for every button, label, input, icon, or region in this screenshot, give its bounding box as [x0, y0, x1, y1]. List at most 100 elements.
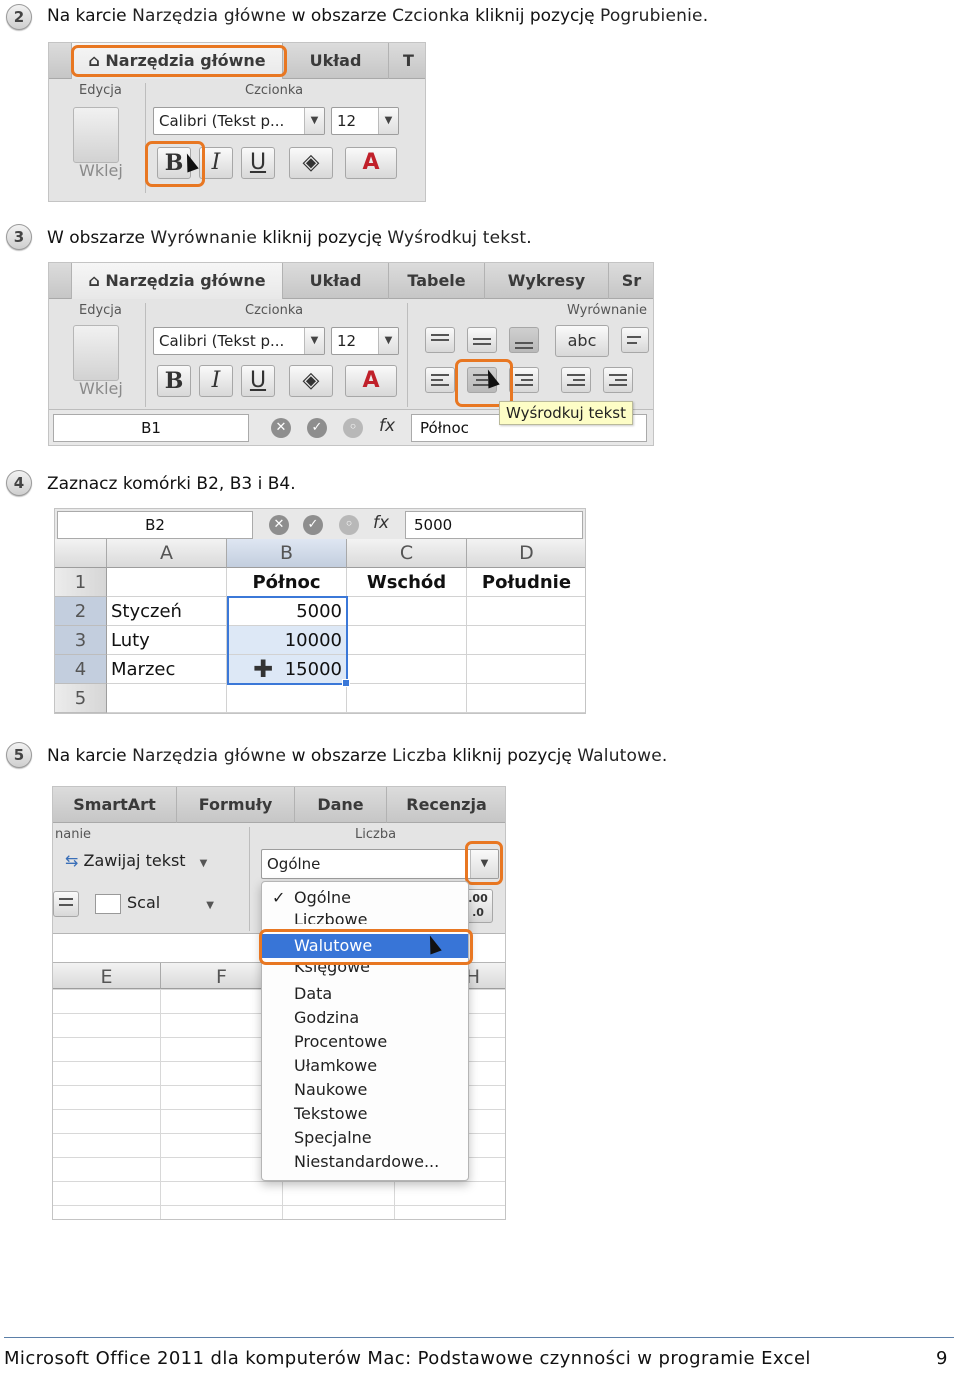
increase-decimal: .00	[468, 892, 488, 905]
align-icon[interactable]	[53, 891, 79, 917]
function-wizard-icon[interactable]: ◦	[343, 418, 363, 438]
menu-item[interactable]: Naukowe	[262, 1078, 468, 1102]
font-color-button[interactable]: A	[345, 147, 397, 179]
chevron-down-icon[interactable]: ▼	[378, 328, 398, 354]
chevron-down-icon[interactable]: ▼	[304, 108, 324, 134]
font-name-field[interactable]: Calibri (Tekst p... ▼	[153, 107, 325, 135]
menu-item[interactable]: Ułamkowe	[262, 1054, 468, 1078]
group-label-font: Czcionka	[245, 83, 304, 98]
table-cell[interactable]	[107, 568, 227, 597]
table-cell[interactable]	[347, 655, 467, 684]
ribbon-screenshot-align: ⌂ Narzędzia główne Układ Tabele Wykresy …	[48, 262, 654, 446]
menu-item[interactable]: Tekstowe	[262, 1102, 468, 1126]
fill-color-button[interactable]: ◈	[289, 365, 333, 397]
row-header[interactable]: 3	[55, 626, 107, 655]
clipboard-icon[interactable]	[73, 107, 119, 163]
text-orientation-button[interactable]: abc	[555, 325, 609, 357]
merge-button[interactable]: Scal ▼	[95, 893, 214, 914]
tab-data[interactable]: Dane	[295, 787, 387, 823]
table-cell[interactable]: Południe	[467, 568, 585, 597]
menu-item[interactable]: ✓ Ogólne	[262, 886, 468, 910]
column-header-a[interactable]: A	[107, 539, 227, 568]
menu-item[interactable]: Specjalne	[262, 1126, 468, 1150]
decrease-decimal: .0	[472, 906, 484, 919]
table-cell[interactable]: Północ	[227, 568, 347, 597]
column-header-c[interactable]: C	[347, 539, 467, 568]
tab-smartart[interactable]: SmartArt	[53, 787, 177, 823]
confirm-icon[interactable]: ✓	[307, 418, 327, 438]
table-cell[interactable]	[467, 597, 585, 626]
table-cell[interactable]	[467, 626, 585, 655]
clipboard-icon[interactable]	[73, 325, 119, 381]
align-right-button[interactable]	[509, 367, 539, 393]
select-all-corner[interactable]	[55, 539, 107, 568]
table-cell[interactable]: Marzec	[107, 655, 227, 684]
menu-item[interactable]: Godzina	[262, 1006, 468, 1030]
italic-button[interactable]: I	[199, 365, 233, 397]
tab-partial[interactable]: T	[389, 43, 425, 79]
chevron-down-icon[interactable]: ▼	[304, 328, 324, 354]
fill-color-button[interactable]: ◈	[289, 147, 333, 179]
tab-formulas[interactable]: Formuły	[177, 787, 295, 823]
selection-range[interactable]	[227, 596, 348, 685]
menu-item[interactable]: Procentowe	[262, 1030, 468, 1054]
tab-partial[interactable]: Sr	[609, 263, 653, 299]
tab-review[interactable]: Recenzja	[387, 787, 505, 823]
font-size-field[interactable]: 12 ▼	[331, 327, 399, 355]
fill-handle[interactable]	[342, 679, 350, 687]
font-size-field[interactable]: 12 ▼	[331, 107, 399, 135]
table-cell[interactable]	[347, 626, 467, 655]
table-cell[interactable]	[347, 597, 467, 626]
function-wizard-icon[interactable]: ◦	[339, 515, 359, 535]
column-header-b[interactable]: B	[227, 539, 347, 568]
footer-rule	[4, 1337, 954, 1338]
table-cell[interactable]	[347, 684, 467, 713]
name-box[interactable]: B1	[53, 414, 249, 442]
align-bottom-button[interactable]	[509, 327, 539, 353]
tab-layout[interactable]: Układ	[283, 43, 389, 79]
font-name-field[interactable]: Calibri (Tekst p... ▼	[153, 327, 325, 355]
fx-label: fx	[379, 416, 396, 436]
tab-tables[interactable]: Tabele	[389, 263, 485, 299]
step-text: .	[526, 228, 532, 248]
menu-item[interactable]: Niestandardowe...	[262, 1150, 468, 1174]
table-cell[interactable]: Wschód	[347, 568, 467, 597]
font-color-button[interactable]: A	[345, 365, 397, 397]
name-box[interactable]: B2	[57, 511, 253, 539]
underline-button[interactable]: U	[241, 365, 275, 397]
table-cell[interactable]	[467, 684, 585, 713]
row-header[interactable]: 5	[55, 684, 107, 713]
underline-button[interactable]: U	[241, 147, 275, 179]
table-cell[interactable]: Luty	[107, 626, 227, 655]
spreadsheet-screenshot: B2 ✕ ✓ ◦ fx 5000 A B C D 1 Północ Wschód…	[54, 508, 586, 714]
tab-home[interactable]: ⌂ Narzędzia główne	[71, 263, 283, 299]
align-middle-button[interactable]	[467, 327, 497, 353]
row-header[interactable]: 2	[55, 597, 107, 626]
table-cell[interactable]: Styczeń	[107, 597, 227, 626]
number-format-select[interactable]: Ogólne ▼	[261, 849, 499, 879]
cancel-icon[interactable]: ✕	[271, 418, 291, 438]
step-term: Narzędzia główne	[132, 6, 287, 26]
wrap-text-button[interactable]: ⇆ Zawijaj tekst ▼	[65, 851, 207, 870]
bold-button[interactable]: B	[157, 365, 191, 397]
align-top-button[interactable]	[425, 327, 455, 353]
row-header[interactable]: 1	[55, 568, 107, 597]
row-header[interactable]: 4	[55, 655, 107, 684]
column-header-e[interactable]: E	[53, 963, 161, 989]
tab-charts[interactable]: Wykresy	[485, 263, 609, 299]
formula-input[interactable]: 5000	[405, 511, 583, 539]
wrap-icon[interactable]	[621, 327, 649, 353]
table-cell[interactable]	[227, 684, 347, 713]
increase-indent-button[interactable]	[603, 367, 633, 393]
align-left-button[interactable]	[425, 367, 455, 393]
menu-item[interactable]: Data	[262, 982, 468, 1006]
decrease-indent-button[interactable]	[561, 367, 591, 393]
menu-item[interactable]: Liczbowe	[262, 908, 468, 924]
tab-layout[interactable]: Układ	[283, 263, 389, 299]
confirm-icon[interactable]: ✓	[303, 515, 323, 535]
table-cell[interactable]	[107, 684, 227, 713]
table-cell[interactable]	[467, 655, 585, 684]
column-header-d[interactable]: D	[467, 539, 585, 568]
chevron-down-icon[interactable]: ▼	[378, 108, 398, 134]
cancel-icon[interactable]: ✕	[269, 515, 289, 535]
